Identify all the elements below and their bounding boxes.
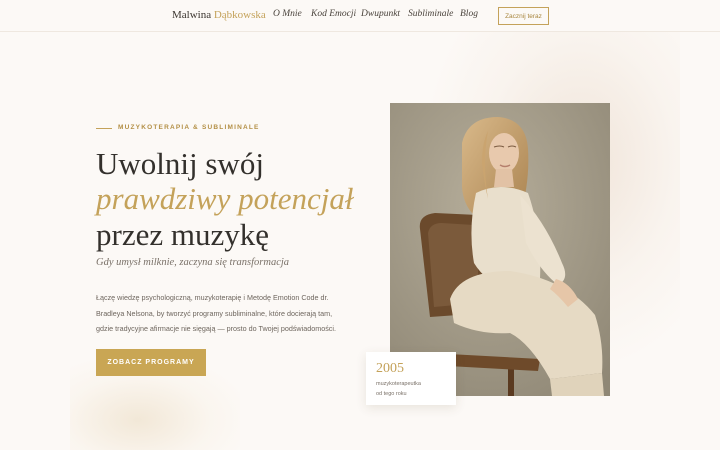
nav-item-subliminale[interactable]: Subliminale xyxy=(408,9,453,19)
stat-label-line: od tego roku xyxy=(376,390,407,397)
hero-heading-line-2: prawdziwy potencjał xyxy=(96,181,354,216)
logo-last-name: Dąbkowska xyxy=(213,9,266,21)
hero-description-line: Bradleya Nelsona, by tworzyć programy su… xyxy=(96,308,333,318)
stat-card: 2005 muzykoterapeutka od tego roku xyxy=(366,352,456,405)
start-now-button[interactable]: Zacznij teraz xyxy=(498,7,549,25)
nav-item-kod-emocji[interactable]: Kod Emocji xyxy=(311,9,356,19)
hero-description-line: gdzie tradycyjne afirmacje nie sięgają —… xyxy=(96,324,336,333)
hero-description: Łączę wiedzę psychologiczną, muzykoterap… xyxy=(96,290,346,337)
see-programs-button[interactable]: ZOBACZ PROGRAMY xyxy=(96,349,206,376)
nav-item-blog[interactable]: Blog xyxy=(460,9,478,19)
logo-first-name: Malwina xyxy=(172,9,212,21)
hero-heading-line-1: Uwolnij swój xyxy=(96,146,264,181)
site-header: Malwina Dąbkowska O Mnie Kod Emocji Dwup… xyxy=(0,0,720,32)
hero-tagline: Gdy umysł milknie, zaczyna się transform… xyxy=(96,257,290,268)
hero-heading-line-3: przez muzykę xyxy=(96,217,269,252)
eyebrow-label: MUZYKOTERAPIA & SUBLIMINALE xyxy=(118,124,260,131)
eyebrow-divider xyxy=(96,128,112,129)
stat-label: muzykoterapeutka od tego roku xyxy=(376,380,452,399)
nav-item-o-mnie[interactable]: O Mnie xyxy=(273,9,302,19)
stat-year: 2005 xyxy=(376,361,404,376)
logo[interactable]: Malwina Dąbkowska xyxy=(172,9,266,21)
nav-item-dwupunkt[interactable]: Dwupunkt xyxy=(361,9,400,19)
hero-description-line: Łączę wiedzę psychologiczną, muzykoterap… xyxy=(96,293,329,302)
stat-label-line: muzykoterapeutka xyxy=(376,381,421,387)
